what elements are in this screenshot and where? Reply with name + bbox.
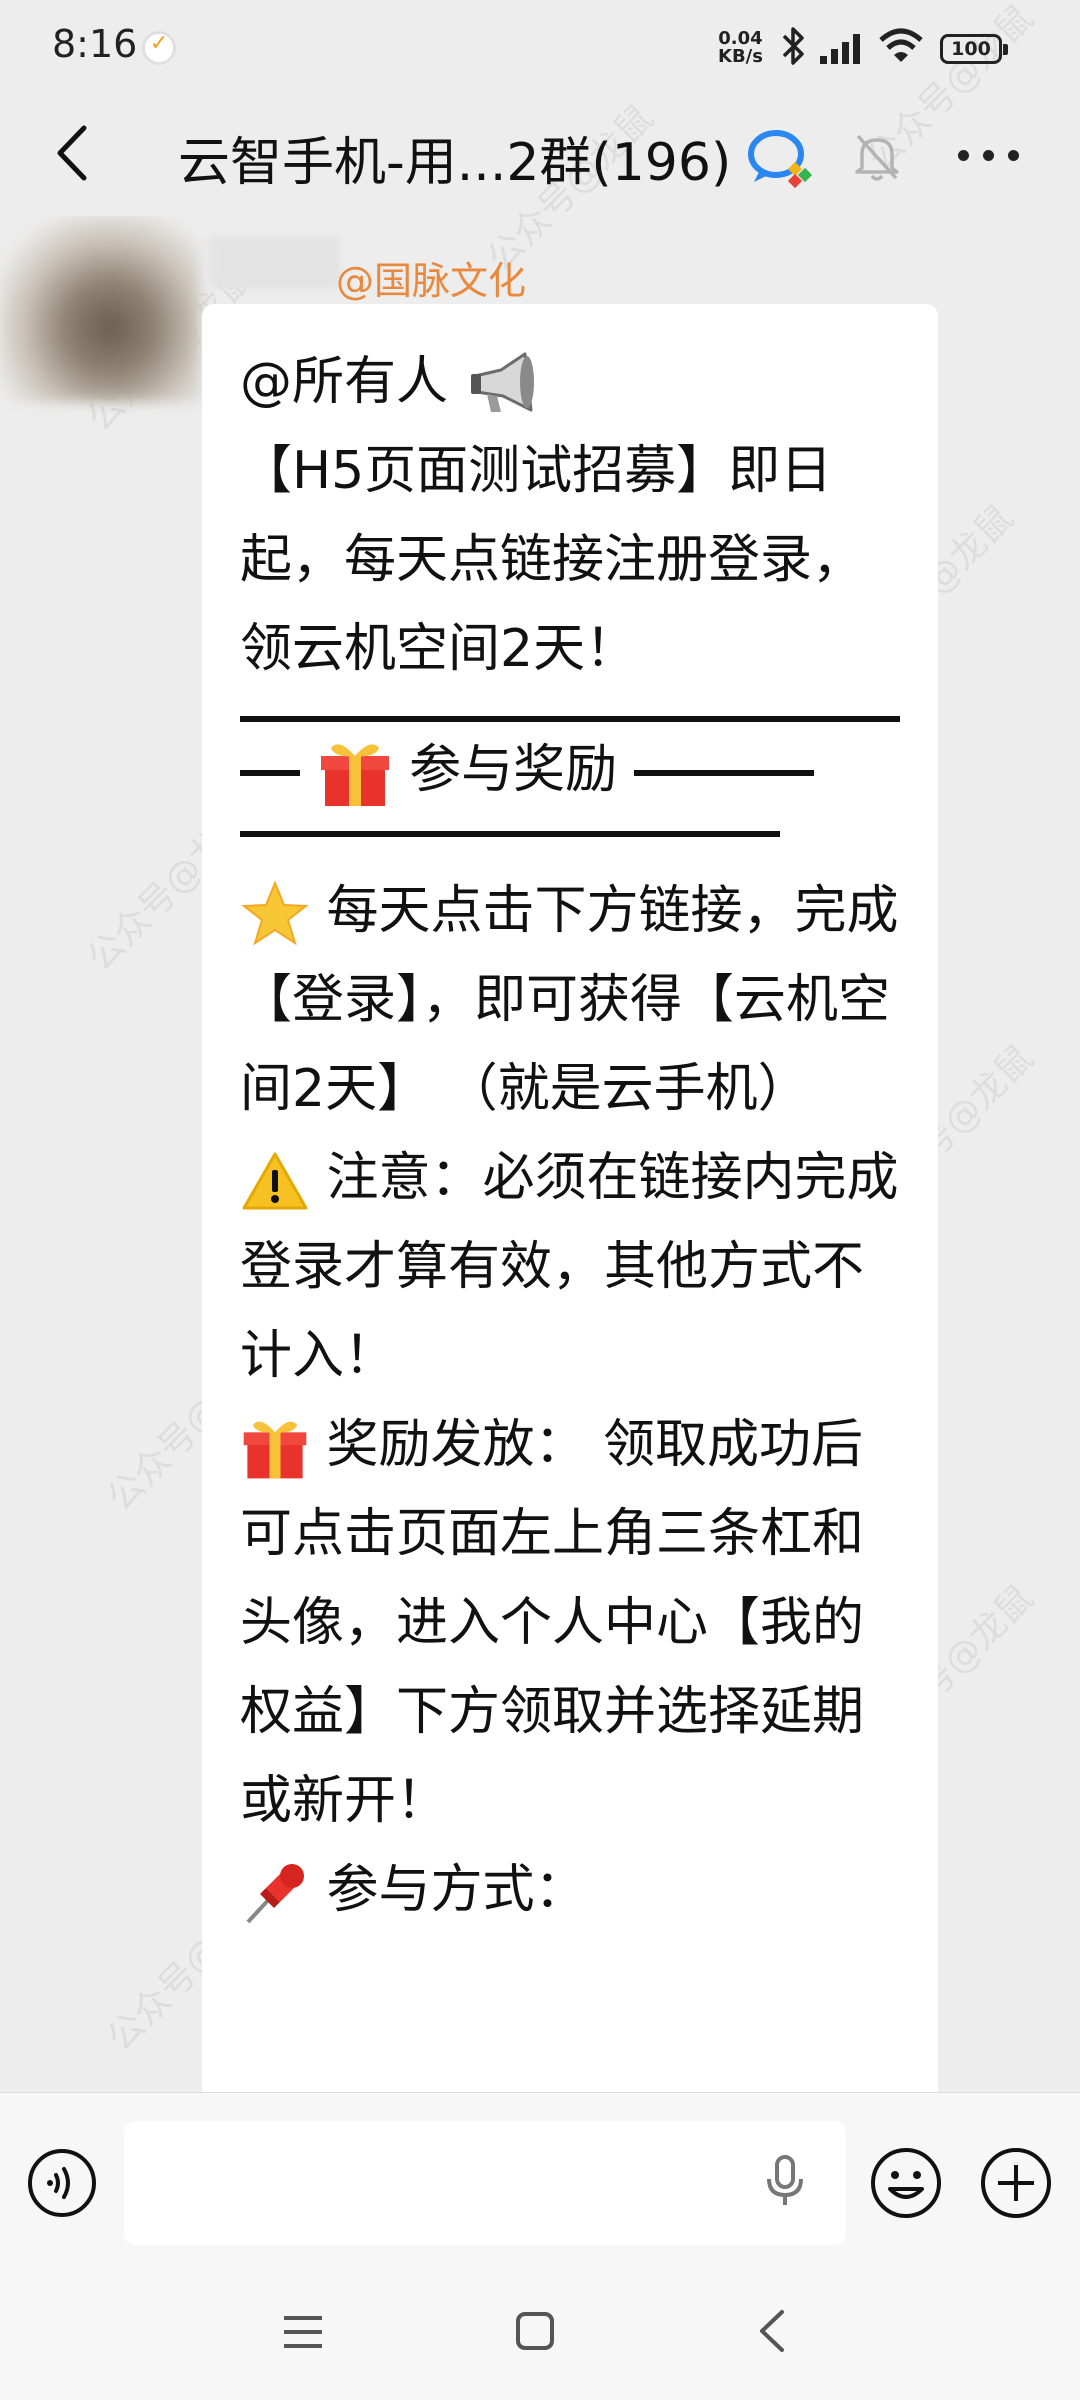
message-text: @所有人 【H5页面测试招募】即日起，每天点链接注册登录，领云机空间2天！ 参与… [240, 338, 912, 1935]
message-line: 奖励发放： 领取成功后可点击页面左上角三条杠和头像，进入个人中心【我的权益】下方… [240, 1415, 865, 1831]
divider [240, 716, 900, 722]
gift-icon [243, 1421, 307, 1479]
gift-icon [320, 744, 389, 806]
more-options-button[interactable] [954, 136, 1024, 176]
message-line: 注意：必须在链接内完成登录才算有效，其他方式不计入！ [240, 1148, 899, 1386]
divider-dash [240, 770, 300, 776]
divider-dash [633, 770, 814, 776]
star-icon [241, 880, 309, 946]
message-input[interactable] [124, 2121, 846, 2245]
wecom-group-icon[interactable] [746, 126, 816, 190]
message-line: 每天点击下方链接，完成【登录】，即可获得【云机空间2天】 （就是云手机） [240, 881, 899, 1119]
mute-bell-icon [855, 134, 899, 181]
sender-name-blurred [210, 236, 340, 288]
system-navigation-bar [0, 2268, 1080, 2400]
pushpin-icon [246, 1864, 304, 1924]
dot-icon [958, 150, 969, 161]
dot-icon [983, 150, 994, 161]
home-icon[interactable] [514, 2310, 556, 2352]
cell-signal-icon [820, 34, 860, 64]
status-time: 8:16 [52, 22, 138, 66]
dot-icon [1008, 150, 1019, 161]
chat-area[interactable]: @国脉文化 @所有人 【H5页面测试招募】即日起，每天点链接注册登录，领云机空间… [0, 216, 1080, 2092]
message-line: 【H5页面测试招募】即日起，每天点链接注册登录，领云机空间2天！ [240, 441, 865, 679]
sender-avatar[interactable] [0, 216, 200, 402]
network-speed-unit: KB/s [718, 46, 763, 67]
emoji-icon[interactable] [868, 2145, 944, 2221]
warning-icon [242, 1152, 308, 1210]
megaphone-icon [470, 352, 534, 412]
message-line: 参与方式： [326, 1860, 587, 1920]
chat-header: 云智手机-用...2群(196) [0, 96, 1080, 216]
recent-apps-icon[interactable] [280, 2312, 326, 2352]
status-bar: 8:16 0.04 KB/s 100 [0, 0, 1080, 96]
wifi-icon [879, 28, 923, 62]
microphone-icon[interactable] [760, 2153, 810, 2209]
chat-title[interactable]: 云智手机-用...2群(196) [178, 120, 731, 195]
add-attachment-icon[interactable] [978, 2145, 1054, 2221]
message-line: @所有人 [240, 352, 449, 412]
network-speed: 0.04 KB/s [718, 30, 763, 66]
input-bar [0, 2092, 1080, 2269]
sender-name: @国脉文化 [336, 259, 527, 303]
notification-app-icon [142, 31, 176, 65]
battery-indicator: 100 [940, 34, 1008, 64]
back-button[interactable] [40, 118, 110, 188]
message-line: 参与奖励 [409, 740, 618, 800]
voice-input-icon[interactable] [26, 2147, 98, 2219]
bluetooth-icon [782, 27, 804, 65]
nav-back-icon[interactable] [752, 2308, 792, 2354]
message-bubble[interactable]: @所有人 【H5页面测试招募】即日起，每天点链接注册登录，领云机空间2天！ 参与… [202, 304, 938, 2092]
